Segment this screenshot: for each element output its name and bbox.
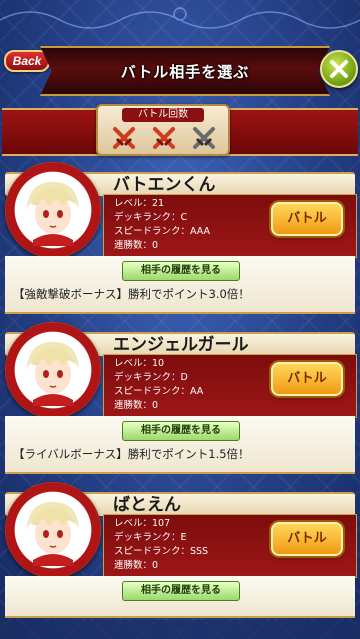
battle-button[interactable]: バトル — [271, 522, 343, 556]
bonus-text: 【ライバルボーナス】勝利でポイント1.5倍！ — [13, 447, 250, 461]
opponent-history-area: 相手の履歴を見る — [5, 576, 355, 618]
avatar — [5, 322, 101, 418]
ornament-pattern — [0, 7, 360, 29]
close-button[interactable] — [320, 50, 358, 88]
battle-count-label: バトル回数 — [122, 108, 204, 122]
crossed-swords-icon-used — [193, 127, 215, 149]
opponent-win-streak: 連勝数：0 — [114, 400, 159, 411]
battle-button[interactable]: バトル — [271, 362, 343, 396]
bonus-text: 【強敵撃破ボーナス】勝利でポイント3.0倍！ — [13, 287, 250, 301]
back-button[interactable]: Back — [4, 50, 50, 72]
opponent-level: レベル：10 — [114, 358, 165, 369]
avatar-portrait — [27, 182, 79, 246]
battle-button[interactable]: バトル — [271, 202, 343, 236]
crossed-swords-icon — [153, 127, 175, 149]
battle-count-box: バトル回数 — [96, 104, 230, 156]
page-title: バトル相手を選ぶ — [120, 63, 250, 81]
title-banner: バトル相手を選ぶ — [40, 46, 330, 96]
opponent-level: レベル：107 — [114, 518, 171, 529]
avatar — [5, 482, 101, 578]
avatar-portrait — [27, 342, 79, 406]
opponent-speed-rank: スピードランク：SSS — [114, 546, 209, 557]
opponent-deck-rank: デッキランク：D — [114, 372, 188, 383]
close-x-icon — [330, 60, 348, 78]
crossed-swords-icon — [113, 127, 135, 149]
opponent-speed-rank: スピードランク：AAA — [114, 226, 211, 237]
view-history-button[interactable]: 相手の履歴を見る — [122, 581, 240, 601]
opponent-win-streak: 連勝数：0 — [114, 560, 159, 571]
opponent-deck-rank: デッキランク：E — [114, 532, 187, 543]
opponent-card: ばとえん レベル：107 デッキランク：E スピードランク：SSS 連勝数：0 … — [5, 482, 357, 632]
bottom-bar — [0, 620, 360, 639]
opponent-deck-rank: デッキランク：C — [114, 212, 188, 223]
opponent-win-streak: 連勝数：0 — [114, 240, 159, 251]
opponent-name: バトエンくん — [113, 175, 216, 195]
view-history-button[interactable]: 相手の履歴を見る — [122, 421, 240, 441]
opponent-history-area: 相手の履歴を見る 【強敵撃破ボーナス】勝利でポイント3.0倍！ — [5, 256, 355, 314]
avatar-portrait — [27, 502, 79, 566]
view-history-button[interactable]: 相手の履歴を見る — [122, 261, 240, 281]
opponent-name: ばとえん — [113, 495, 181, 515]
opponent-card: バトエンくん レベル：21 デッキランク：C スピードランク：AAA 連勝数：0… — [5, 162, 357, 314]
opponent-card: エンジェルガール レベル：10 デッキランク：D スピードランク：AA 連勝数：… — [5, 322, 357, 474]
opponent-name: エンジェルガール — [113, 335, 249, 355]
opponent-history-area: 相手の履歴を見る 【ライバルボーナス】勝利でポイント1.5倍！ — [5, 416, 355, 474]
opponent-speed-rank: スピードランク：AA — [114, 386, 204, 397]
top-ornament-bar — [0, 0, 360, 44]
avatar — [5, 162, 101, 258]
battle-count-swords — [112, 126, 216, 150]
opponent-level: レベル：21 — [114, 198, 165, 209]
